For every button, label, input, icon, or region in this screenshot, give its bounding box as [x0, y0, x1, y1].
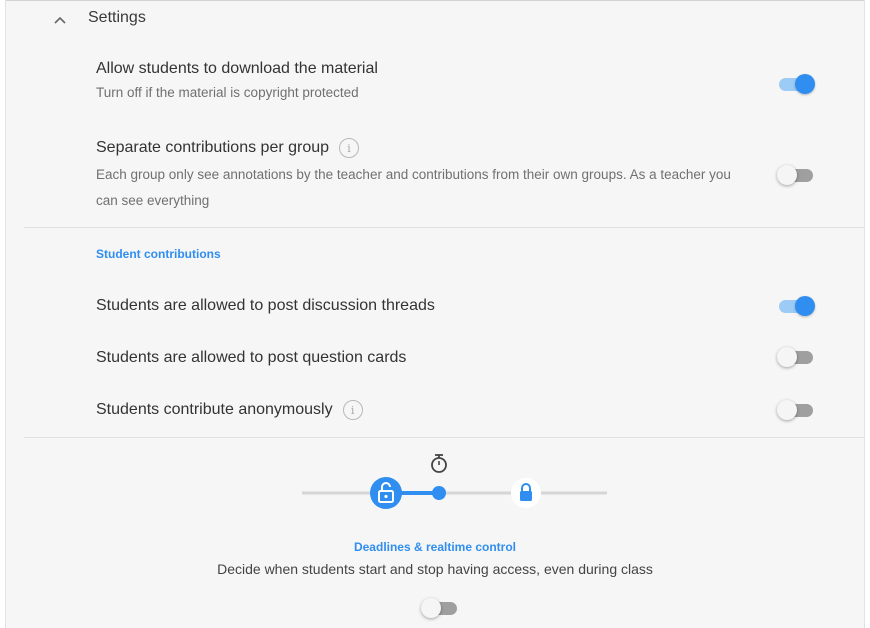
toggle-knob: [421, 598, 441, 618]
setting-title: Separate contributions per group: [96, 139, 330, 156]
setting-title: Students contribute anonymously: [96, 401, 333, 418]
settings-title: Settings: [88, 9, 146, 26]
locked-padlock-icon: [511, 478, 541, 508]
setting-question-cards: Students are allowed to post question ca…: [96, 349, 746, 367]
divider: [24, 227, 864, 228]
info-icon[interactable]: i: [342, 400, 363, 420]
setting-title-row: Students contribute anonymously i: [96, 400, 746, 420]
setting-allow-download: Allow students to download the material …: [96, 60, 746, 106]
setting-description: Turn off if the material is copyright pr…: [96, 85, 359, 100]
toggle-separate-contributions[interactable]: [777, 165, 815, 185]
deadlines-title: Deadlines & realtime control: [353, 540, 517, 554]
settings-panel: Settings Allow students to download the …: [5, 0, 865, 628]
stopwatch-icon: [431, 454, 447, 473]
unlocked-padlock-icon: [370, 477, 402, 509]
divider: [24, 437, 864, 438]
setting-discussion-threads: Students are allowed to post discussion …: [96, 297, 746, 315]
toggle-knob: [795, 74, 815, 94]
toggle-knob: [777, 347, 797, 367]
setting-title: Students are allowed to post discussion …: [96, 297, 435, 314]
setting-description: Each group only see annotations by the t…: [96, 167, 731, 208]
setting-separate-contributions: Separate contributions per group i Each …: [96, 138, 746, 214]
toggle-knob: [777, 165, 797, 185]
setting-title-row: Separate contributions per group i: [96, 138, 746, 158]
settings-header[interactable]: Settings: [6, 0, 864, 38]
toggle-discussion-threads[interactable]: [777, 296, 815, 316]
setting-title: Allow students to download the material: [96, 60, 378, 77]
deadlines-description: Decide when students start and stop havi…: [217, 561, 653, 577]
toggle-allow-download[interactable]: [777, 74, 815, 94]
setting-title: Students are allowed to post question ca…: [96, 349, 407, 366]
deadline-timeline: [302, 452, 607, 532]
toggle-knob: [777, 400, 797, 420]
toggle-question-cards[interactable]: [777, 347, 815, 367]
toggle-knob: [795, 296, 815, 316]
chevron-up-icon[interactable]: [50, 10, 70, 30]
student-contributions-label: Student contributions: [96, 247, 221, 261]
timeline-current-marker: [432, 486, 446, 500]
toggle-anonymous[interactable]: [777, 400, 815, 420]
setting-anonymous: Students contribute anonymously i: [96, 400, 746, 420]
toggle-deadlines[interactable]: [421, 598, 459, 618]
info-icon[interactable]: i: [339, 138, 360, 158]
timeline-graphic: [302, 454, 607, 509]
